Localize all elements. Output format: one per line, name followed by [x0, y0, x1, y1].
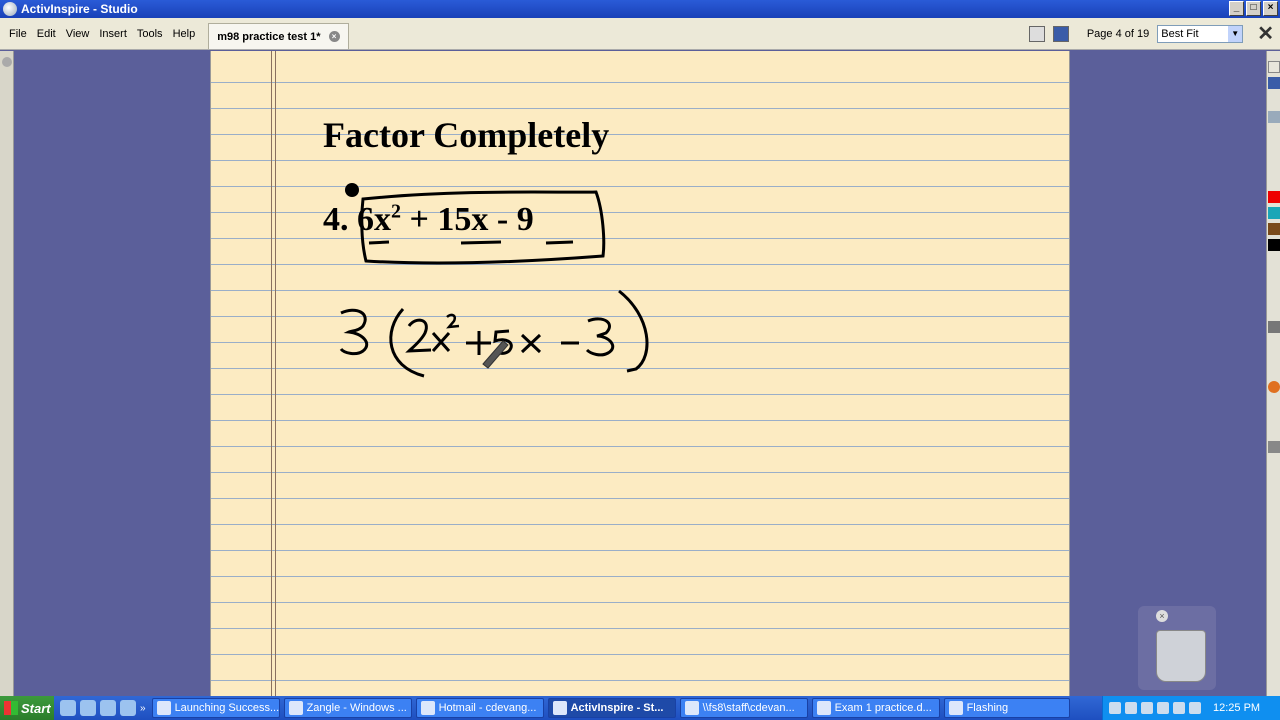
taskbar-item-label: Launching Success...: [174, 702, 280, 714]
ink-underline-9: [545, 240, 574, 245]
menu-insert[interactable]: Insert: [94, 28, 132, 40]
quick-launch: »: [54, 700, 152, 716]
handwritten-ink: [339, 183, 649, 378]
menu-bar: File Edit View Insert Tools Help m98 pra…: [0, 18, 1280, 50]
color-black-swatch[interactable]: [1268, 239, 1280, 251]
ink-digit-2: [405, 318, 432, 353]
taskbar-item-label: Exam 1 practice.d...: [834, 702, 932, 714]
color-brown-swatch[interactable]: [1268, 223, 1280, 235]
title-bar: ActivInspire - Studio _ □ ×: [0, 0, 1280, 18]
select-tool-icon[interactable]: [1268, 321, 1280, 333]
menu-view[interactable]: View: [61, 28, 95, 40]
taskbar-item[interactable]: Zangle - Windows ...: [283, 698, 412, 718]
pin-icon[interactable]: [2, 57, 12, 67]
messenger-icon[interactable]: [120, 700, 136, 716]
close-button[interactable]: ×: [1263, 1, 1278, 16]
start-button[interactable]: Start: [0, 696, 54, 720]
taskbar-item[interactable]: Flashing: [943, 698, 1070, 718]
system-tray: 12:25 PM: [1102, 696, 1280, 720]
ink-underline-15: [460, 240, 502, 245]
page-indicator: Page 4 of 19: [1086, 28, 1150, 40]
volume-icon[interactable]: [1125, 702, 1137, 714]
taskbar-item[interactable]: Launching Success...: [151, 698, 280, 718]
taskbar: Start » Launching Success... Zangle - Wi…: [0, 696, 1280, 720]
color-teal-swatch[interactable]: [1268, 207, 1280, 219]
security-icon[interactable]: [1173, 702, 1185, 714]
close-flipchart-icon[interactable]: ✕: [1257, 24, 1274, 44]
taskbar-item-label: ActivInspire - St...: [570, 702, 664, 714]
windows-logo-icon: [4, 701, 18, 715]
chevron-down-icon[interactable]: ▼: [1228, 26, 1243, 42]
main-menu-icon[interactable]: [1268, 77, 1280, 89]
tab-close-icon[interactable]: ×: [328, 31, 340, 42]
word-doc-icon: [816, 701, 831, 715]
taskbar-item-label: Flashing: [966, 702, 1009, 714]
taskbar-item[interactable]: ActivInspire - St...: [547, 698, 676, 718]
page-browser-icon[interactable]: [1028, 26, 1045, 42]
folder-icon: [684, 701, 699, 715]
ink-plus: [466, 331, 491, 355]
ink-box: [360, 190, 606, 265]
trash-bin[interactable]: ×: [1138, 606, 1216, 690]
taskbar-item[interactable]: \\fs8\staff\cdevan...: [679, 698, 808, 718]
menu-tools[interactable]: Tools: [132, 28, 168, 40]
ink-close-paren: [618, 289, 649, 373]
trash-can-icon: [1156, 630, 1206, 682]
eraser-icon[interactable]: [1268, 381, 1280, 393]
document-tab[interactable]: m98 practice test 1* ×: [208, 23, 349, 49]
clock: 12:25 PM: [1213, 702, 1261, 714]
ink-digit-3: [339, 308, 369, 356]
left-browser-strip[interactable]: [0, 51, 14, 696]
ie-icon: [156, 701, 171, 715]
pen-tool-icon[interactable]: [1268, 111, 1280, 123]
browser-icon[interactable]: [100, 700, 116, 716]
trash-close-icon[interactable]: ×: [1156, 610, 1168, 622]
tools-icon[interactable]: [1268, 441, 1280, 453]
taskbar-item-label: \\fs8\staff\cdevan...: [702, 702, 795, 714]
ie-icon: [288, 701, 303, 715]
taskbar-item-label: Zangle - Windows ...: [306, 702, 407, 714]
document-tab-label: m98 practice test 1*: [217, 30, 321, 43]
star-icon[interactable]: [1141, 702, 1153, 714]
app-icon: [948, 701, 963, 715]
menu-file[interactable]: File: [4, 28, 32, 40]
menu-edit[interactable]: Edit: [32, 28, 61, 40]
quick-launch-chevron-icon[interactable]: »: [140, 703, 146, 714]
ink-dot: [345, 183, 359, 197]
ink-x-2: [520, 333, 542, 354]
taskbar-item[interactable]: Exam 1 practice.d...: [811, 698, 940, 718]
ink-digit-3b: [585, 317, 615, 357]
taskbar-item-label: Hotmail - cdevang...: [438, 702, 537, 714]
window-title: ActivInspire - Studio: [21, 2, 138, 16]
update-icon[interactable]: [1157, 702, 1169, 714]
maximize-button[interactable]: □: [1246, 1, 1261, 16]
ink-underline-6: [368, 240, 390, 245]
network-icon[interactable]: [1109, 702, 1121, 714]
menu-help[interactable]: Help: [168, 28, 201, 40]
activinspire-icon: [3, 2, 17, 16]
start-label: Start: [21, 700, 51, 716]
taskbar-item[interactable]: Hotmail - cdevang...: [415, 698, 544, 718]
zoom-value: Best Fit: [1161, 28, 1199, 40]
monitor-icon[interactable]: [1189, 702, 1201, 714]
zoom-select[interactable]: Best Fit ▼: [1157, 25, 1244, 43]
ink-x-1: [431, 332, 451, 352]
toolbox-pin-icon[interactable]: [1268, 61, 1280, 73]
explorer-icon[interactable]: [80, 700, 96, 716]
ie-icon: [420, 701, 435, 715]
minimize-button[interactable]: _: [1229, 1, 1244, 16]
ie-icon[interactable]: [60, 700, 76, 716]
ink-superscript-2: [446, 313, 460, 329]
flipchart-page[interactable]: Factor Completely 4. 6x2 + 15x - 9: [210, 51, 1070, 696]
activinspire-icon: [552, 701, 567, 715]
color-red-swatch[interactable]: [1268, 191, 1280, 203]
toolbox: [1266, 51, 1280, 696]
dual-user-icon[interactable]: [1052, 26, 1069, 42]
